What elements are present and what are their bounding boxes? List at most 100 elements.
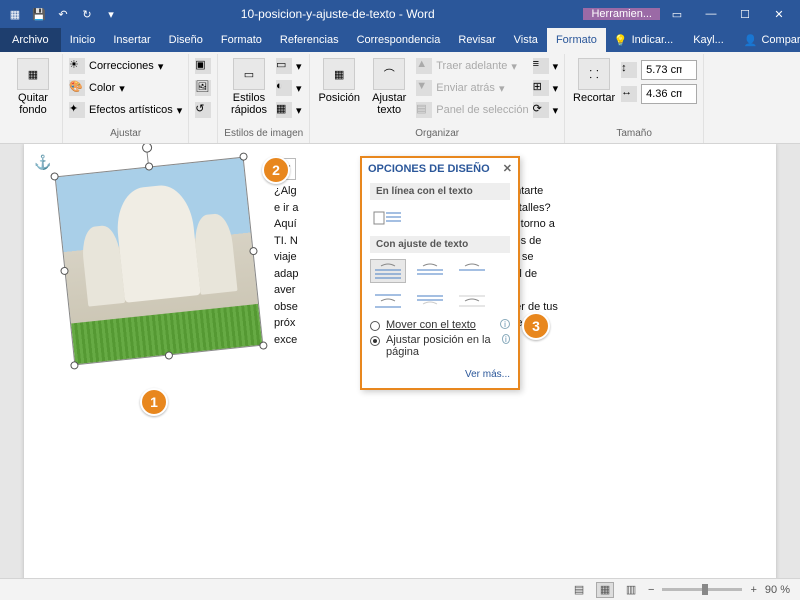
reset-pic-button[interactable]: ↺ xyxy=(195,100,211,120)
tell-me[interactable]: 💡 Indicar... xyxy=(606,34,681,47)
popup-close-icon[interactable]: ✕ xyxy=(503,162,512,175)
share-button[interactable]: 👤 Compartir xyxy=(736,34,800,47)
layout-through[interactable] xyxy=(454,259,490,283)
align-button[interactable]: ≡▾ xyxy=(533,56,559,76)
zoom-in-icon[interactable]: + xyxy=(750,584,756,596)
titlebar: ▦ 💾 ↶ ↻ ▾ 10-posicion-y-ajuste-de-texto … xyxy=(0,0,800,28)
tab-correspondencia[interactable]: Correspondencia xyxy=(348,28,450,52)
height-field[interactable] xyxy=(641,60,697,80)
effects2-button[interactable]: ◐▾ xyxy=(276,78,302,98)
qat-more-icon[interactable]: ▾ xyxy=(100,3,122,25)
ribbon-tabs: Archivo Inicio Insertar Diseño Formato R… xyxy=(0,28,800,52)
context-tab: Herramien... xyxy=(583,8,660,20)
callout-badge-3: 3 xyxy=(522,312,550,340)
compress-button[interactable]: ▣ xyxy=(195,56,211,76)
change-pic-button[interactable]: 🖼 xyxy=(195,78,211,98)
layout-front[interactable] xyxy=(454,289,490,313)
tab-insertar[interactable]: Insertar xyxy=(104,28,159,52)
user-name[interactable]: Kayl... xyxy=(685,34,732,46)
effects-icon: ✦ xyxy=(69,102,85,118)
callout-badge-2: 2 xyxy=(262,156,290,184)
color-icon: 🎨 xyxy=(69,80,85,96)
tab-vista[interactable]: Vista xyxy=(505,28,547,52)
layout-topbottom[interactable] xyxy=(370,289,406,313)
quitar-fondo-label: Quitar fondo xyxy=(18,92,48,116)
layout-button[interactable]: ▦▾ xyxy=(276,100,302,120)
recortar-button[interactable]: ⸬ Recortar xyxy=(571,56,617,104)
width-field[interactable] xyxy=(641,84,697,104)
panel-seleccion-button[interactable]: ▤Panel de selección xyxy=(416,100,528,120)
layout-inline[interactable] xyxy=(370,206,406,230)
tamano-group-label: Tamaño xyxy=(616,126,652,141)
ajustar-texto-button[interactable]: ⌒ Ajustar texto xyxy=(366,56,412,116)
rotate-handle[interactable] xyxy=(142,144,153,153)
resize-handle-b[interactable] xyxy=(165,351,174,360)
undo-icon[interactable]: ↶ xyxy=(52,3,74,25)
save-icon[interactable]: 💾 xyxy=(28,3,50,25)
inline-section-title: En línea con el texto xyxy=(370,183,510,200)
zoom-label[interactable]: 90 % xyxy=(765,584,790,596)
quitar-fondo-button[interactable]: ▦ Quitar fondo xyxy=(10,56,56,116)
read-mode-icon[interactable]: ▤ xyxy=(570,582,588,598)
tab-referencias[interactable]: Referencias xyxy=(271,28,348,52)
selected-image[interactable] xyxy=(55,157,264,366)
zoom-out-icon[interactable]: − xyxy=(648,584,654,596)
enviar-label: Enviar atrás xyxy=(436,82,495,94)
estilos-rapidos-button[interactable]: ▭ Estilos rápidos xyxy=(226,56,272,116)
resize-handle-bl[interactable] xyxy=(70,361,79,370)
radio-icon xyxy=(370,321,380,331)
zoom-slider[interactable] xyxy=(662,588,742,591)
posicion-button[interactable]: ▦ Posición xyxy=(316,56,362,104)
maximize-icon[interactable]: ☐ xyxy=(728,0,762,28)
ribbon-options-icon[interactable]: ▭ xyxy=(660,0,694,28)
height-input[interactable]: ↕ xyxy=(621,60,697,80)
width-input[interactable]: ↔ xyxy=(621,84,697,104)
tab-inicio[interactable]: Inicio xyxy=(61,28,105,52)
minimize-icon[interactable]: — xyxy=(694,0,728,28)
anchor-icon[interactable]: ⚓ xyxy=(34,154,51,171)
height-icon: ↕ xyxy=(621,62,637,78)
info-icon[interactable]: i xyxy=(500,319,510,329)
correcciones-label: Correcciones xyxy=(89,60,154,72)
correcciones-button[interactable]: ☀Correcciones ▾ xyxy=(69,56,163,76)
share-label: Compartir xyxy=(761,34,800,46)
tell-me-label: Indicar... xyxy=(632,34,674,46)
move-with-text-radio[interactable]: Mover con el texto i xyxy=(370,319,510,331)
layout-behind[interactable] xyxy=(412,289,448,313)
crop-icon: ⸬ xyxy=(578,58,610,90)
quitar-fondo-icon: ▦ xyxy=(17,58,49,90)
posicion-label: Posición xyxy=(318,92,360,104)
tab-revisar[interactable]: Revisar xyxy=(449,28,504,52)
efectos-button[interactable]: ✦Efectos artísticos ▾ xyxy=(69,100,182,120)
border-icon: ▭ xyxy=(276,58,292,74)
rotate-button[interactable]: ⟳▾ xyxy=(533,100,559,120)
web-layout-icon[interactable]: ▥ xyxy=(622,582,640,598)
tab-formato[interactable]: Formato xyxy=(547,28,606,52)
estilos-label: Estilos rápidos xyxy=(231,92,267,116)
print-layout-icon[interactable]: ▦ xyxy=(596,582,614,598)
layout-tight[interactable] xyxy=(412,259,448,283)
brightness-icon: ☀ xyxy=(69,58,85,74)
border-button[interactable]: ▭▾ xyxy=(276,56,302,76)
enviar-atras-button[interactable]: ▼Enviar atrás ▾ xyxy=(416,78,528,98)
position-icon: ▦ xyxy=(323,58,355,90)
info-icon[interactable]: i xyxy=(502,334,510,344)
close-icon[interactable]: ✕ xyxy=(762,0,796,28)
ver-mas-link[interactable]: Ver más... xyxy=(362,365,518,388)
resize-handle-r[interactable] xyxy=(249,247,258,256)
layout-square[interactable] xyxy=(370,259,406,283)
tab-diseno[interactable]: Diseño xyxy=(160,28,212,52)
tab-formato-page[interactable]: Formato xyxy=(212,28,271,52)
redo-icon[interactable]: ↻ xyxy=(76,3,98,25)
resize-handle-br[interactable] xyxy=(259,341,268,350)
ribbon: ▦ Quitar fondo ☀Correcciones ▾ 🎨Color ▾ … xyxy=(0,52,800,144)
resize-handle-tr[interactable] xyxy=(239,152,248,161)
word-icon: ▦ xyxy=(4,3,26,25)
color-button[interactable]: 🎨Color ▾ xyxy=(69,78,125,98)
send-back-icon: ▼ xyxy=(416,80,432,96)
traer-adelante-button[interactable]: ▲Traer adelante ▾ xyxy=(416,56,528,76)
fix-position-radio[interactable]: Ajustar posición en la página i xyxy=(370,334,510,358)
width-icon: ↔ xyxy=(621,86,637,102)
group-button[interactable]: ⊞▾ xyxy=(533,78,559,98)
tab-archivo[interactable]: Archivo xyxy=(0,28,61,52)
